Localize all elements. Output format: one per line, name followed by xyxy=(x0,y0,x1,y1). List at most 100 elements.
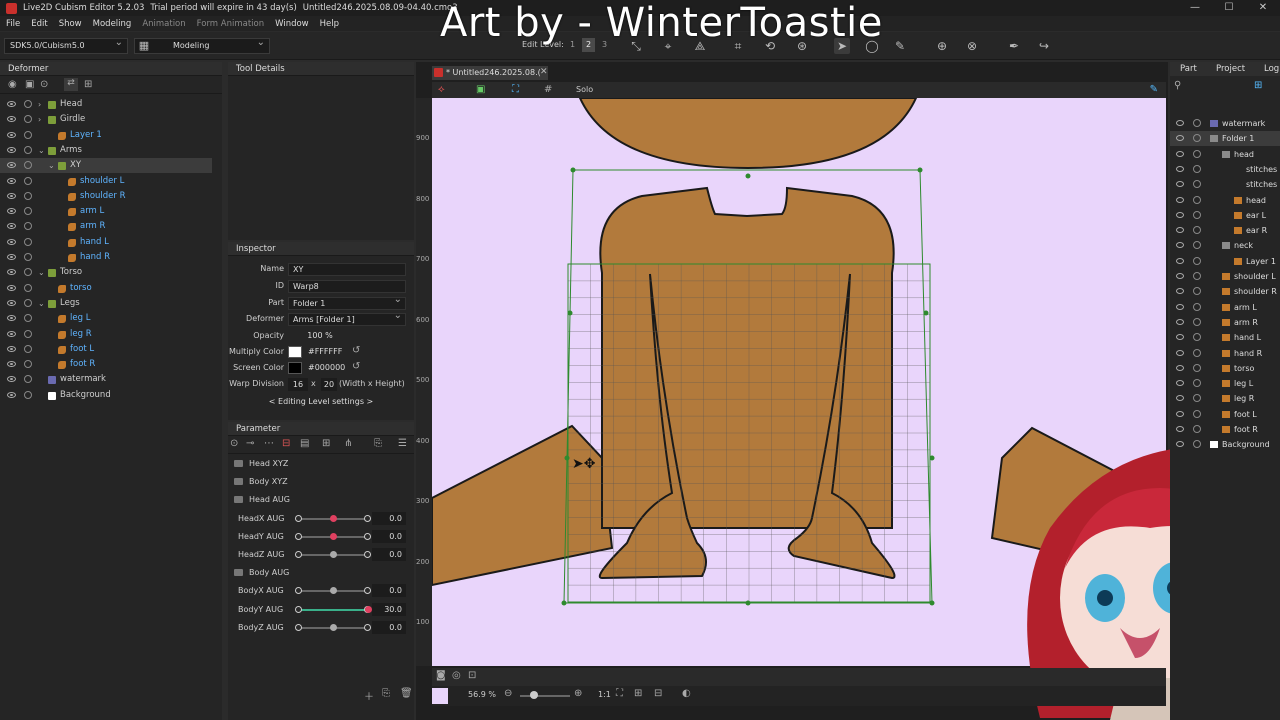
menu-modeling[interactable]: Modeling xyxy=(93,19,132,29)
fit-screen-icon[interactable]: ⛶ xyxy=(616,688,623,699)
deformer-item[interactable]: torso xyxy=(0,281,212,296)
record-icon[interactable]: ◎ xyxy=(452,670,461,681)
eye-icon[interactable] xyxy=(1176,349,1184,356)
part-item[interactable]: watermark xyxy=(1170,116,1280,131)
lock-toggle-icon[interactable] xyxy=(24,130,32,139)
solo-toggle[interactable]: Solo xyxy=(576,85,593,94)
eye-icon[interactable] xyxy=(7,223,16,230)
eye-icon[interactable] xyxy=(1176,120,1184,126)
parameter-slider[interactable] xyxy=(295,587,371,595)
parameter-value[interactable]: 0.0 xyxy=(372,620,406,634)
minimize-icon[interactable]: — xyxy=(1178,0,1212,16)
lock-toggle-icon[interactable] xyxy=(24,283,32,292)
eye-icon[interactable] xyxy=(1176,364,1184,371)
lock-toggle-icon[interactable] xyxy=(1193,256,1201,265)
part-item[interactable]: stitches xyxy=(1170,162,1280,177)
fit-icon[interactable]: ⛶ xyxy=(512,84,519,95)
parameter-row[interactable]: BodyZ AUG 0.0 xyxy=(234,620,406,636)
hierarchy-icon[interactable]: ⋔ xyxy=(344,438,352,449)
slider-min-key[interactable] xyxy=(295,514,302,522)
part-item[interactable]: Layer 1 xyxy=(1170,254,1280,269)
lock-toggle-icon[interactable] xyxy=(1193,333,1201,342)
lock-toggle-icon[interactable] xyxy=(24,222,32,231)
expand-icon[interactable]: › xyxy=(38,97,41,112)
deformer-item[interactable]: leg L xyxy=(0,311,212,326)
table-icon[interactable]: ▤ xyxy=(300,438,309,449)
deformer-item[interactable]: › Girdle xyxy=(0,112,212,127)
part-item[interactable]: neck xyxy=(1170,238,1280,253)
lock-toggle-icon[interactable] xyxy=(24,390,32,399)
dropdown-icon[interactable]: ⊙ xyxy=(230,438,238,449)
lock-toggle-icon[interactable] xyxy=(1193,302,1201,311)
lock-toggle-icon[interactable] xyxy=(24,253,32,261)
lock-toggle-icon[interactable] xyxy=(1193,149,1201,158)
parameter-slider[interactable] xyxy=(295,605,372,613)
link-icon[interactable]: ⊸ xyxy=(246,438,254,449)
deformer-item[interactable]: › Head xyxy=(0,97,212,112)
lock-toggle-icon[interactable] xyxy=(24,115,32,124)
deformer-display-icon[interactable]: ⟡ xyxy=(438,84,445,95)
menu-icon[interactable]: ☰ xyxy=(398,438,407,449)
warp-y-field[interactable]: 20 xyxy=(321,378,337,391)
eye-icon[interactable] xyxy=(7,391,16,398)
maximize-icon[interactable]: ☐ xyxy=(1212,0,1246,16)
parameter-value[interactable]: 0.0 xyxy=(372,529,406,543)
slider-min-key[interactable] xyxy=(295,605,302,613)
lock-toggle-icon[interactable] xyxy=(1193,226,1201,235)
eye-icon[interactable] xyxy=(1176,380,1184,387)
lock-toggle-icon[interactable] xyxy=(24,207,32,216)
lock-toggle-icon[interactable] xyxy=(24,176,32,185)
trash-icon[interactable]: 🗑 xyxy=(400,688,413,699)
parameter-row[interactable]: HeadY AUG 0.0 xyxy=(234,529,406,545)
menu-form-animation[interactable]: Form Animation xyxy=(197,19,264,29)
eye-icon[interactable] xyxy=(1176,181,1184,188)
eye-icon[interactable] xyxy=(7,116,16,123)
eye-icon[interactable] xyxy=(1176,410,1184,417)
parameter-slider[interactable] xyxy=(295,623,371,631)
parameter-group[interactable]: Head XYZ xyxy=(234,456,406,472)
slider-knob[interactable] xyxy=(330,532,337,540)
search-icon[interactable]: ⚲ xyxy=(1174,80,1181,91)
parameter-slider[interactable] xyxy=(295,514,371,522)
slider-knob[interactable] xyxy=(365,605,372,613)
menu-show[interactable]: Show xyxy=(59,19,82,29)
eye-icon[interactable] xyxy=(1176,288,1184,295)
eye-icon[interactable] xyxy=(7,238,16,245)
slider-max-key[interactable] xyxy=(364,532,371,540)
lock-toggle-icon[interactable] xyxy=(1193,287,1201,296)
lock-icon[interactable]: ▣ xyxy=(25,79,34,90)
mode-select[interactable]: Modeling xyxy=(134,36,270,54)
zoom-ratio[interactable]: 1:1 xyxy=(598,690,611,699)
lock-toggle-icon[interactable] xyxy=(1193,272,1201,280)
expand-icon[interactable]: ⌄ xyxy=(38,265,45,280)
part-item[interactable]: foot R xyxy=(1170,422,1280,437)
slider-min-key[interactable] xyxy=(295,587,302,595)
zoom-value[interactable]: 56.9 % xyxy=(468,690,496,699)
part-item[interactable]: hand R xyxy=(1170,346,1280,361)
eye-icon[interactable] xyxy=(1176,441,1184,448)
slider-max-key[interactable] xyxy=(364,514,371,522)
lock-toggle-icon[interactable] xyxy=(1193,425,1201,433)
parameter-row[interactable]: HeadZ AUG 0.0 xyxy=(234,547,406,563)
duplicate-icon[interactable]: ⎘ xyxy=(382,688,390,699)
fit-height-icon[interactable]: ⊟ xyxy=(654,688,662,699)
lock-toggle-icon[interactable] xyxy=(1193,241,1201,250)
deformer-item[interactable]: shoulder R xyxy=(0,189,212,204)
eye-icon[interactable] xyxy=(7,284,16,291)
parameter-value[interactable]: 30.0 xyxy=(372,602,406,616)
parameter-row[interactable]: HeadX AUG 0.0 xyxy=(234,511,406,527)
part-item[interactable]: torso xyxy=(1170,361,1280,376)
document-tab[interactable]: * Untitled246.2025.08.( xyxy=(432,66,548,80)
eye-icon[interactable] xyxy=(7,192,16,199)
add-icon[interactable]: ＋ xyxy=(364,688,374,703)
deformer-item[interactable]: Background xyxy=(0,388,212,403)
lock-toggle-icon[interactable] xyxy=(24,375,32,384)
lock-toggle-icon[interactable] xyxy=(1193,210,1201,219)
opacity-field[interactable]: 100 % xyxy=(288,330,348,343)
part-item[interactable]: Background xyxy=(1170,437,1280,452)
zoom-out-icon[interactable]: ⊖ xyxy=(504,688,512,699)
expand-icon[interactable]: ⌄ xyxy=(48,158,55,173)
parameter-row[interactable]: BodyY AUG 30.0 xyxy=(234,602,406,618)
sdk-select[interactable]: SDK5.0/Cubism5.0 xyxy=(4,36,128,54)
pin-icon[interactable]: ✎ xyxy=(1150,84,1158,95)
